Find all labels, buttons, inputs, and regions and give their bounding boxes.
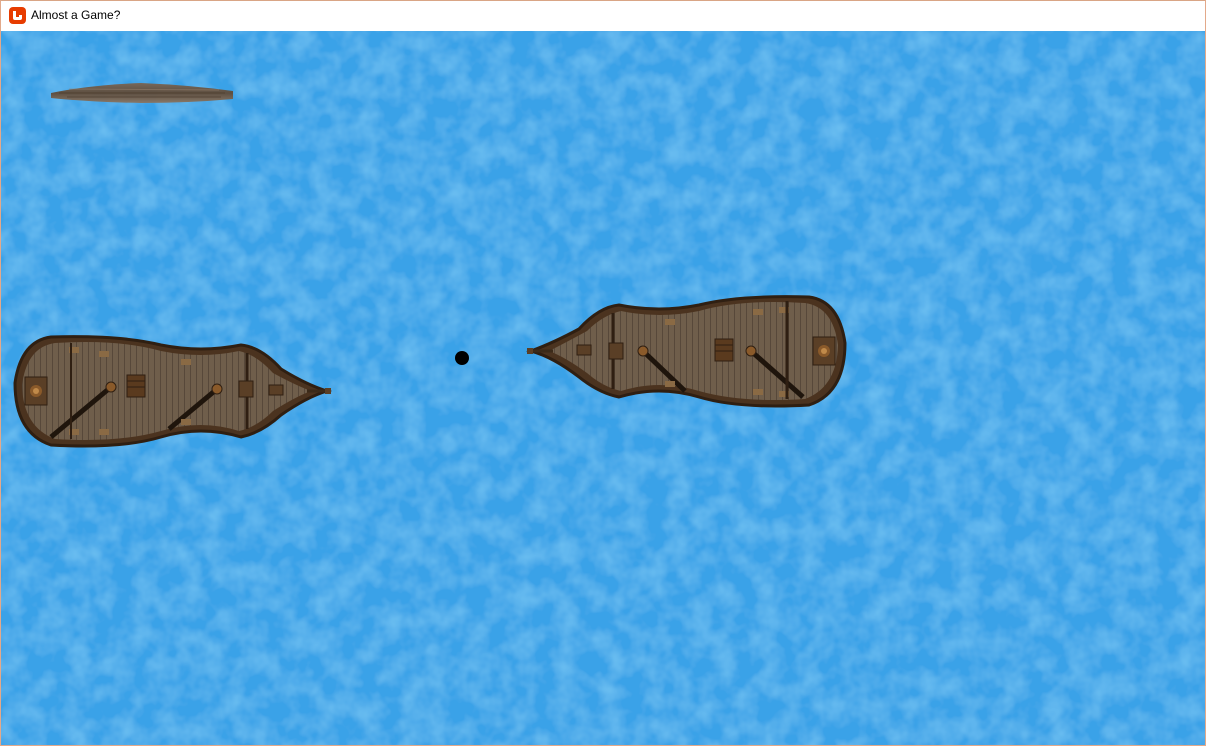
window-title: Almost a Game? [31,8,121,22]
right-ship [526,295,847,408]
game-window: Almost a Game? [0,0,1206,746]
title-bar[interactable]: Almost a Game? [1,1,1205,31]
left-ship [13,335,333,448]
cannonball [455,351,469,365]
floating-plank [51,83,233,103]
game-canvas[interactable] [1,31,1205,745]
monogame-icon [9,7,26,24]
